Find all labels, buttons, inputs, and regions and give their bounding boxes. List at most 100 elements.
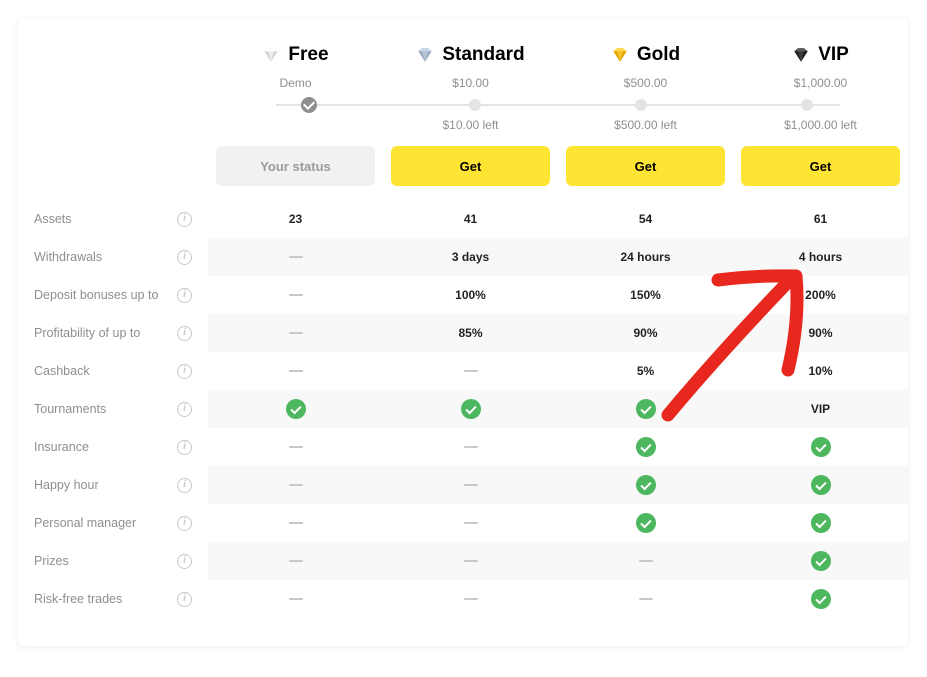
action-cell-free: Your status	[208, 146, 383, 200]
feature-cell	[208, 428, 383, 466]
tier-progress-bar	[226, 96, 890, 114]
feature-cell: 61	[733, 200, 908, 238]
feature-cell	[208, 466, 383, 504]
feature-label-text: Assets	[34, 212, 177, 227]
feature-value: 54	[639, 212, 652, 226]
dash-icon	[289, 598, 303, 601]
feature-cell: 3 days	[383, 238, 558, 276]
tier-threshold-gold: $500.00	[558, 76, 733, 96]
info-icon[interactable]: i	[177, 326, 192, 341]
tier-threshold-free: Demo	[208, 76, 383, 96]
feature-label-text: Risk-free trades	[34, 592, 177, 607]
tier-left-free	[208, 125, 383, 139]
info-icon[interactable]: i	[177, 516, 192, 531]
feature-cell	[558, 390, 733, 428]
feature-label-text: Insurance	[34, 440, 177, 455]
feature-label-text: Profitability of up to	[34, 326, 177, 341]
feature-cell	[733, 466, 908, 504]
feature-label: Personal manageri	[18, 504, 208, 542]
info-icon[interactable]: i	[177, 402, 192, 417]
feature-value: 61	[814, 212, 827, 226]
feature-value: 23	[289, 212, 302, 226]
dash-icon	[639, 560, 653, 563]
tier-left-standard: $10.00 left	[383, 118, 558, 146]
info-icon[interactable]: i	[177, 592, 192, 607]
action-cell-gold: Get	[558, 146, 733, 200]
check-icon	[636, 513, 656, 533]
feature-cell: VIP	[733, 390, 908, 428]
dash-icon	[464, 598, 478, 601]
feature-cell: 150%	[558, 276, 733, 314]
progress-dot-vip	[801, 99, 813, 111]
diamond-icon	[416, 46, 434, 64]
feature-cell	[208, 238, 383, 276]
info-icon[interactable]: i	[177, 288, 192, 303]
dash-icon	[464, 446, 478, 449]
get-button-gold[interactable]: Get	[566, 146, 725, 186]
info-icon[interactable]: i	[177, 212, 192, 227]
info-icon[interactable]: i	[177, 250, 192, 265]
feature-label: Happy houri	[18, 466, 208, 504]
feature-cell: 200%	[733, 276, 908, 314]
tier-threshold-vip: $1,000.00	[733, 76, 908, 96]
feature-value: 10%	[808, 364, 832, 378]
feature-cell	[558, 580, 733, 618]
feature-value: 41	[464, 212, 477, 226]
dash-icon	[289, 522, 303, 525]
feature-cell	[383, 352, 558, 390]
feature-cell	[208, 542, 383, 580]
info-icon[interactable]: i	[177, 364, 192, 379]
action-cell-vip: Get	[733, 146, 908, 200]
check-icon	[811, 589, 831, 609]
feature-value: 100%	[455, 288, 486, 302]
feature-value: 3 days	[452, 250, 489, 264]
feature-label-text: Happy hour	[34, 478, 177, 493]
feature-cell	[558, 466, 733, 504]
feature-value: 5%	[637, 364, 654, 378]
check-icon	[811, 513, 831, 533]
tier-name: VIP	[818, 44, 849, 66]
tier-header-free: Free	[208, 18, 383, 76]
feature-label-text: Deposit bonuses up to	[34, 288, 177, 303]
feature-cell: 41	[383, 200, 558, 238]
feature-label: Withdrawalsi	[18, 238, 208, 276]
progress-line	[276, 104, 840, 106]
feature-cell	[383, 580, 558, 618]
check-icon	[811, 551, 831, 571]
tier-left-vip: $1,000.00 left	[733, 118, 908, 146]
feature-cell: 90%	[558, 314, 733, 352]
check-icon	[286, 399, 306, 419]
dash-icon	[289, 484, 303, 487]
info-icon[interactable]: i	[177, 554, 192, 569]
feature-cell: 23	[208, 200, 383, 238]
tier-header-gold: Gold	[558, 18, 733, 76]
dash-icon	[464, 484, 478, 487]
feature-cell: 54	[558, 200, 733, 238]
dash-icon	[289, 256, 303, 259]
feature-cell	[558, 428, 733, 466]
dash-icon	[289, 446, 303, 449]
get-button-standard[interactable]: Get	[391, 146, 550, 186]
dash-icon	[289, 332, 303, 335]
feature-label: Cashbacki	[18, 352, 208, 390]
tier-name: Free	[288, 44, 328, 66]
feature-value: 85%	[458, 326, 482, 340]
feature-cell: 5%	[558, 352, 733, 390]
tier-header-vip: VIP	[733, 18, 908, 76]
feature-cell	[558, 504, 733, 542]
feature-cell	[733, 504, 908, 542]
tier-left-gold: $500.00 left	[558, 118, 733, 146]
progress-dot-standard	[469, 99, 481, 111]
header-spacer	[18, 29, 208, 65]
info-icon[interactable]: i	[177, 478, 192, 493]
feature-cell	[208, 314, 383, 352]
feature-label: Profitability of up toi	[18, 314, 208, 352]
pricing-card: FreeStandardGoldVIPDemo$10.00$500.00$1,0…	[18, 18, 908, 646]
info-icon[interactable]: i	[177, 440, 192, 455]
feature-cell	[383, 542, 558, 580]
feature-cell	[383, 504, 558, 542]
get-button-vip[interactable]: Get	[741, 146, 900, 186]
feature-cell	[208, 504, 383, 542]
check-icon	[811, 437, 831, 457]
tier-name: Standard	[442, 44, 524, 66]
